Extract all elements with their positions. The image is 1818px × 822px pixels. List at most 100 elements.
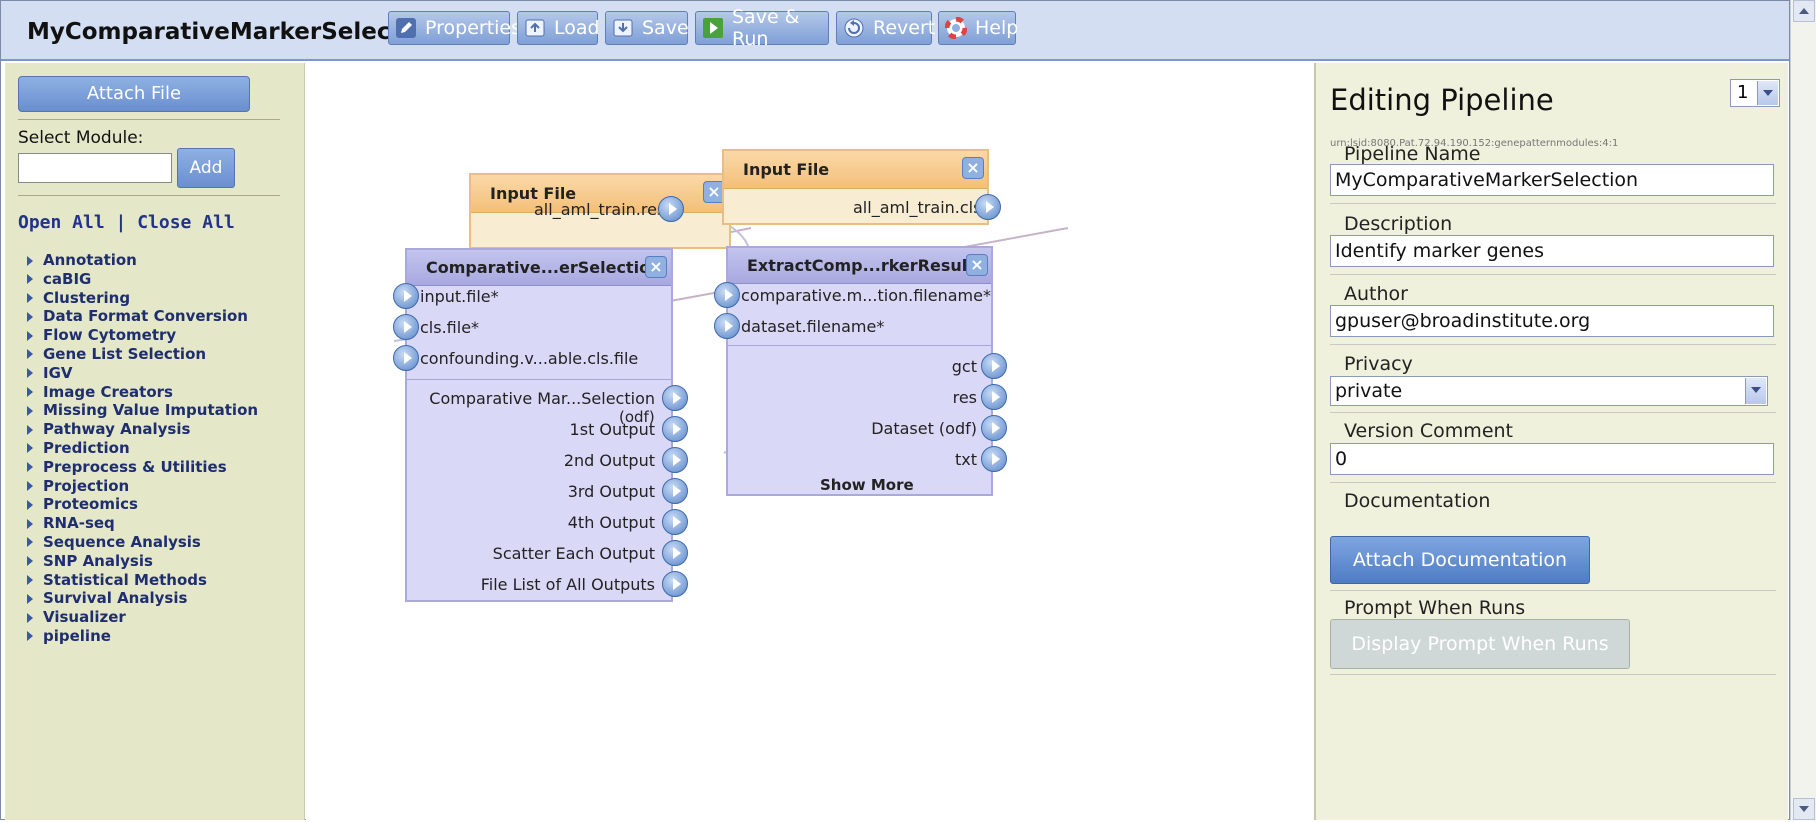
module-category-item[interactable]: Statistical Methods (27, 571, 258, 590)
input-port-icon[interactable] (393, 283, 419, 309)
load-icon (524, 16, 546, 40)
module-category-item[interactable]: Missing Value Imputation (27, 401, 258, 420)
divider (1330, 674, 1776, 675)
module-category-item[interactable]: Prediction (27, 439, 258, 458)
module-category-label: caBIG (43, 269, 92, 288)
expand-arrow-icon (27, 481, 33, 492)
output-port-label: 3rd Output (567, 482, 655, 501)
description-input[interactable]: Identify marker genes (1330, 235, 1774, 267)
output-port-label: all_aml_train.res (534, 200, 666, 219)
module-category-item[interactable]: caBIG (27, 270, 258, 289)
output-port-icon[interactable] (662, 509, 688, 535)
output-port-icon[interactable] (662, 571, 688, 597)
output-port-label: Scatter Each Output (492, 544, 655, 563)
module-category-label: pipeline (43, 626, 111, 645)
module-category-item[interactable]: Proteomics (27, 495, 258, 514)
privacy-label: Privacy (1344, 353, 1413, 375)
attach-file-button[interactable]: Attach File (18, 76, 250, 112)
module-category-item[interactable]: Annotation (27, 251, 258, 270)
output-port-icon[interactable] (975, 194, 1001, 220)
close-icon[interactable]: × (962, 157, 984, 179)
expand-arrow-icon (27, 405, 33, 416)
expand-arrow-icon (27, 593, 33, 604)
module-category-label: Survival Analysis (43, 589, 188, 608)
divider (18, 119, 280, 120)
output-port-icon[interactable] (981, 384, 1007, 410)
output-port-icon[interactable] (981, 415, 1007, 441)
input-port-icon[interactable] (393, 314, 419, 340)
save-and-run-label: Save & Run (732, 6, 800, 50)
revert-label: Revert (873, 17, 936, 39)
save-button[interactable]: Save (605, 11, 689, 45)
module-category-item[interactable]: Survival Analysis (27, 589, 258, 608)
pipeline-name-input[interactable]: MyComparativeMarkerSelection (1330, 164, 1774, 196)
output-port-icon[interactable] (662, 416, 688, 442)
add-module-button[interactable]: Add (177, 148, 235, 188)
module-category-item[interactable]: Clustering (27, 289, 258, 308)
privacy-select[interactable]: private (1330, 376, 1768, 406)
module-category-item[interactable]: RNA-seq (27, 514, 258, 533)
input-port-label: input.file* (420, 287, 499, 306)
divider (407, 379, 671, 380)
output-port-icon[interactable] (662, 540, 688, 566)
version-select[interactable]: 1 (1730, 79, 1780, 107)
play-icon (702, 16, 724, 40)
module-category-item[interactable]: SNP Analysis (27, 552, 258, 571)
load-button[interactable]: Load (517, 11, 600, 45)
expand-arrow-icon (27, 462, 33, 473)
help-button[interactable]: Help (938, 11, 1018, 45)
output-port-icon[interactable] (662, 385, 688, 411)
version-comment-input[interactable]: 0 (1330, 443, 1774, 475)
close-icon[interactable]: × (966, 254, 988, 276)
output-port-icon[interactable] (662, 478, 688, 504)
documentation-label: Documentation (1344, 490, 1491, 512)
pipeline-editor-panel: Editing Pipeline 1 urn:lsid:8080.Pat.72.… (1314, 63, 1788, 820)
expand-arrow-icon (27, 575, 33, 586)
divider (728, 345, 991, 346)
properties-button[interactable]: Properties (388, 11, 521, 45)
module-category-item[interactable]: Projection (27, 477, 258, 496)
pipeline-canvas[interactable]: Input File × all_aml_train.res Input Fil… (306, 63, 1314, 820)
expand-arrow-icon (27, 255, 33, 266)
module-category-item[interactable]: Flow Cytometry (27, 326, 258, 345)
vertical-scrollbar[interactable] (1790, 0, 1816, 820)
expand-arrow-icon (27, 349, 33, 360)
properties-label: Properties (425, 17, 522, 39)
module-search-input[interactable] (18, 153, 172, 183)
divider (1330, 274, 1776, 275)
module-category-label: RNA-seq (43, 514, 115, 533)
close-icon[interactable]: × (645, 256, 667, 278)
select-module-label: Select Module: (18, 128, 144, 148)
pipeline-name-label: Pipeline Name (1344, 143, 1481, 165)
module-category-item[interactable]: Preprocess & Utilities (27, 458, 258, 477)
input-port-icon[interactable] (393, 345, 419, 371)
revert-button[interactable]: Revert (836, 11, 936, 45)
output-port-label: gct (951, 357, 977, 376)
output-port-icon[interactable] (658, 196, 684, 222)
save-icon (612, 16, 634, 40)
module-category-item[interactable]: Sequence Analysis (27, 533, 258, 552)
input-port-icon[interactable] (714, 313, 740, 339)
output-port-label: 1st Output (569, 420, 655, 439)
module-category-item[interactable]: Data Format Conversion (27, 307, 258, 326)
attach-documentation-button[interactable]: Attach Documentation (1330, 536, 1590, 584)
output-port-icon[interactable] (662, 447, 688, 473)
open-close-all-links[interactable]: Open All | Close All (18, 212, 235, 233)
scroll-down-icon[interactable] (1793, 798, 1815, 820)
output-port-icon[interactable] (981, 353, 1007, 379)
output-port-icon[interactable] (981, 446, 1007, 472)
divider (18, 195, 280, 196)
module-category-item[interactable]: Visualizer (27, 608, 258, 627)
module-category-item[interactable]: pipeline (27, 627, 258, 646)
module-category-item[interactable]: Pathway Analysis (27, 420, 258, 439)
module-category-item[interactable]: Image Creators (27, 383, 258, 402)
author-input[interactable]: gpuser@broadinstitute.org (1330, 305, 1774, 337)
save-and-run-button[interactable]: Save & Run (695, 6, 829, 50)
input-port-label: dataset.filename* (741, 317, 885, 336)
module-category-item[interactable]: Gene List Selection (27, 345, 258, 364)
show-more-link[interactable]: Show More (820, 476, 914, 494)
module-category-label: Gene List Selection (43, 344, 207, 363)
scroll-up-icon[interactable] (1793, 0, 1815, 22)
input-port-icon[interactable] (714, 282, 740, 308)
module-category-item[interactable]: IGV (27, 364, 258, 383)
